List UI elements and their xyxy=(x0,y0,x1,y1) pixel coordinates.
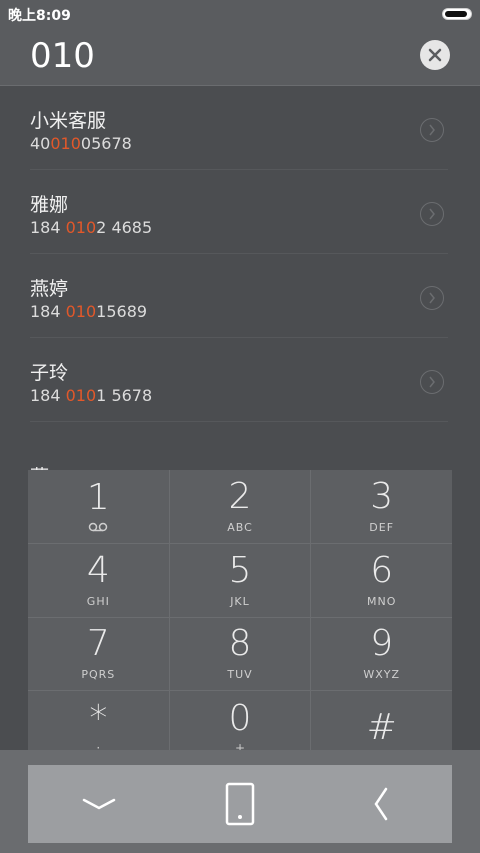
key-digit: 3 xyxy=(370,475,394,517)
clear-button[interactable] xyxy=(420,40,450,70)
key-digit: 4 xyxy=(86,549,110,591)
contact-number: 184 0102 4685 xyxy=(30,218,153,237)
key-digit: 9 xyxy=(370,623,394,665)
list-item[interactable]: 燕婷 184 01015689 xyxy=(30,254,448,338)
key-2[interactable]: 2 ABC xyxy=(169,470,311,543)
contact-number: 4001005678 xyxy=(30,134,132,153)
key-letters: GHI xyxy=(86,594,110,608)
chevron-right-icon xyxy=(429,292,435,304)
key-digit: 6 xyxy=(370,549,394,591)
status-bar: 晚上8:09 xyxy=(0,0,480,26)
chevron-right-icon xyxy=(429,208,435,220)
key-5[interactable]: 5 JKL xyxy=(169,543,311,617)
key-letters: JKL xyxy=(230,594,250,608)
key-8[interactable]: 8 TUV xyxy=(169,617,311,691)
key-letters: PQRS xyxy=(81,668,116,682)
dial-keypad: 1 2 ABC 3 DEF 4 GHI 5 JKL 6 MNO 7 PQRS 8… xyxy=(28,470,452,764)
key-digit: # xyxy=(366,706,397,748)
collapse-chevron-icon xyxy=(82,798,115,810)
backspace-button[interactable] xyxy=(311,765,452,843)
contact-name: 雅娜 xyxy=(30,194,69,216)
chevron-right-icon xyxy=(429,376,435,388)
key-digit: * xyxy=(89,697,108,739)
list-item[interactable]: 子玲 184 0101 5678 xyxy=(30,338,448,422)
clear-icon xyxy=(428,48,442,62)
key-7[interactable]: 7 PQRS xyxy=(28,617,169,691)
key-3[interactable]: 3 DEF xyxy=(311,470,452,543)
battery-icon xyxy=(442,8,472,20)
collapse-keypad-button[interactable] xyxy=(28,765,169,843)
list-item[interactable]: 小米客服 4001005678 xyxy=(30,86,448,170)
key-letters: DEF xyxy=(369,520,395,534)
key-4[interactable]: 4 GHI xyxy=(28,543,169,617)
key-letters: WXYZ xyxy=(363,668,400,682)
details-button[interactable] xyxy=(420,202,444,226)
dialer-actions xyxy=(28,765,452,843)
status-time: 晚上8:09 xyxy=(8,8,71,24)
key-digit: 2 xyxy=(228,475,252,517)
key-digit: 0 xyxy=(228,697,252,739)
details-button[interactable] xyxy=(420,370,444,394)
key-digit: 1 xyxy=(86,477,110,519)
key-9[interactable]: 9 WXYZ xyxy=(311,617,452,691)
battery-level xyxy=(445,11,467,17)
key-1[interactable]: 1 xyxy=(28,470,169,543)
contact-name: 小米客服 xyxy=(30,110,107,132)
chevron-right-icon xyxy=(429,124,435,136)
key-digit: 5 xyxy=(228,549,252,591)
contact-name: 子玲 xyxy=(30,362,69,384)
dialed-number: 010 xyxy=(30,36,95,76)
contact-name: 燕婷 xyxy=(30,278,69,300)
key-letters: MNO xyxy=(366,594,397,608)
key-6[interactable]: 6 MNO xyxy=(311,543,452,617)
call-button[interactable] xyxy=(169,765,310,843)
key-digit: 8 xyxy=(228,623,252,665)
dial-header: 010 xyxy=(0,26,480,86)
phone-icon xyxy=(225,782,255,826)
details-button[interactable] xyxy=(420,118,444,142)
list-item[interactable]: 雅娜 184 0102 4685 xyxy=(30,170,448,254)
contact-number: 184 0101 5678 xyxy=(30,386,153,405)
key-letters: TUV xyxy=(227,668,253,682)
key-digit: 7 xyxy=(86,623,110,665)
voicemail-icon xyxy=(89,523,108,532)
key-letters: ABC xyxy=(227,520,253,534)
backspace-icon xyxy=(374,787,388,821)
details-button[interactable] xyxy=(420,286,444,310)
contact-number: 184 01015689 xyxy=(30,302,148,321)
